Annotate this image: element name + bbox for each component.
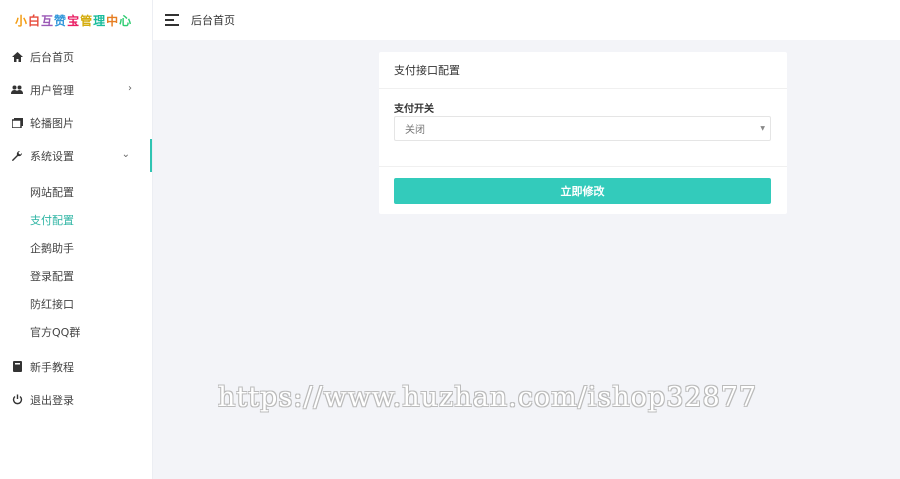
- home-icon: [10, 50, 24, 64]
- logo-char: 互: [41, 13, 55, 28]
- top-bar: 后台首页: [153, 0, 900, 40]
- logo-char: 中: [106, 13, 120, 28]
- wrench-icon: [10, 149, 24, 163]
- panel-title: 支付接口配置: [379, 52, 787, 89]
- logo-char: 赞: [54, 13, 68, 28]
- sidebar-item-logout[interactable]: 退出登录: [0, 383, 152, 416]
- images-icon: [10, 116, 24, 130]
- users-icon: [10, 83, 24, 97]
- submenu-item-anti-red-api[interactable]: 防红接口: [0, 290, 152, 318]
- submenu-item-qq-group[interactable]: 官方QQ群: [0, 318, 152, 346]
- logo-char: 管: [80, 13, 94, 28]
- chevron-down-icon: ⌄: [121, 149, 130, 160]
- logo-char: 小: [15, 13, 29, 28]
- watermark: https://www.huzhan.com/ishop32877: [218, 382, 758, 413]
- power-icon: [10, 393, 24, 407]
- sidebar-item-users[interactable]: 用户管理 ›: [0, 73, 152, 106]
- sidebar-item-settings[interactable]: 系统设置 ⌄: [0, 139, 152, 172]
- app-logo[interactable]: 小 白 互 赞 宝 管 理 中 心: [0, 0, 152, 40]
- book-icon: [10, 360, 24, 374]
- sidebar-item-label: 退出登录: [30, 393, 74, 407]
- sidebar: 小 白 互 赞 宝 管 理 中 心 后台首页 用户管理 › 轮播图片 系统设置 …: [0, 0, 153, 479]
- submenu-item-payment-config[interactable]: 支付配置: [0, 206, 152, 234]
- logo-char: 理: [93, 13, 107, 28]
- menu-toggle-icon[interactable]: [165, 11, 179, 29]
- sidebar-item-label: 轮播图片: [30, 116, 74, 130]
- settings-submenu: 网站配置 支付配置 企鹅助手 登录配置 防红接口 官方QQ群: [0, 172, 152, 350]
- sidebar-item-label: 系统设置: [30, 149, 74, 163]
- payment-switch-select[interactable]: 关闭 ▼: [394, 116, 771, 141]
- sidebar-item-home[interactable]: 后台首页: [0, 40, 152, 73]
- sidebar-item-label: 用户管理: [30, 83, 74, 97]
- submenu-item-site-config[interactable]: 网站配置: [0, 178, 152, 206]
- submenu-item-penguin-helper[interactable]: 企鹅助手: [0, 234, 152, 262]
- sidebar-item-label: 后台首页: [30, 50, 74, 64]
- sidebar-item-label: 新手教程: [30, 360, 74, 374]
- payment-switch-label: 支付开关: [394, 104, 434, 115]
- select-value: 关闭: [405, 125, 425, 136]
- divider: [379, 166, 787, 167]
- caret-down-icon: ▼: [760, 125, 765, 132]
- payment-config-panel: 支付接口配置 支付开关 关闭 ▼ 立即修改: [379, 52, 787, 214]
- logo-char: 心: [119, 13, 133, 28]
- submenu-item-login-config[interactable]: 登录配置: [0, 262, 152, 290]
- logo-char: 白: [28, 13, 42, 28]
- logo-char: 宝: [67, 13, 81, 28]
- sidebar-item-carousel[interactable]: 轮播图片: [0, 106, 152, 139]
- submit-button[interactable]: 立即修改: [394, 178, 771, 204]
- breadcrumb[interactable]: 后台首页: [191, 12, 235, 28]
- chevron-right-icon: ›: [128, 83, 132, 94]
- sidebar-item-tutorial[interactable]: 新手教程: [0, 350, 152, 383]
